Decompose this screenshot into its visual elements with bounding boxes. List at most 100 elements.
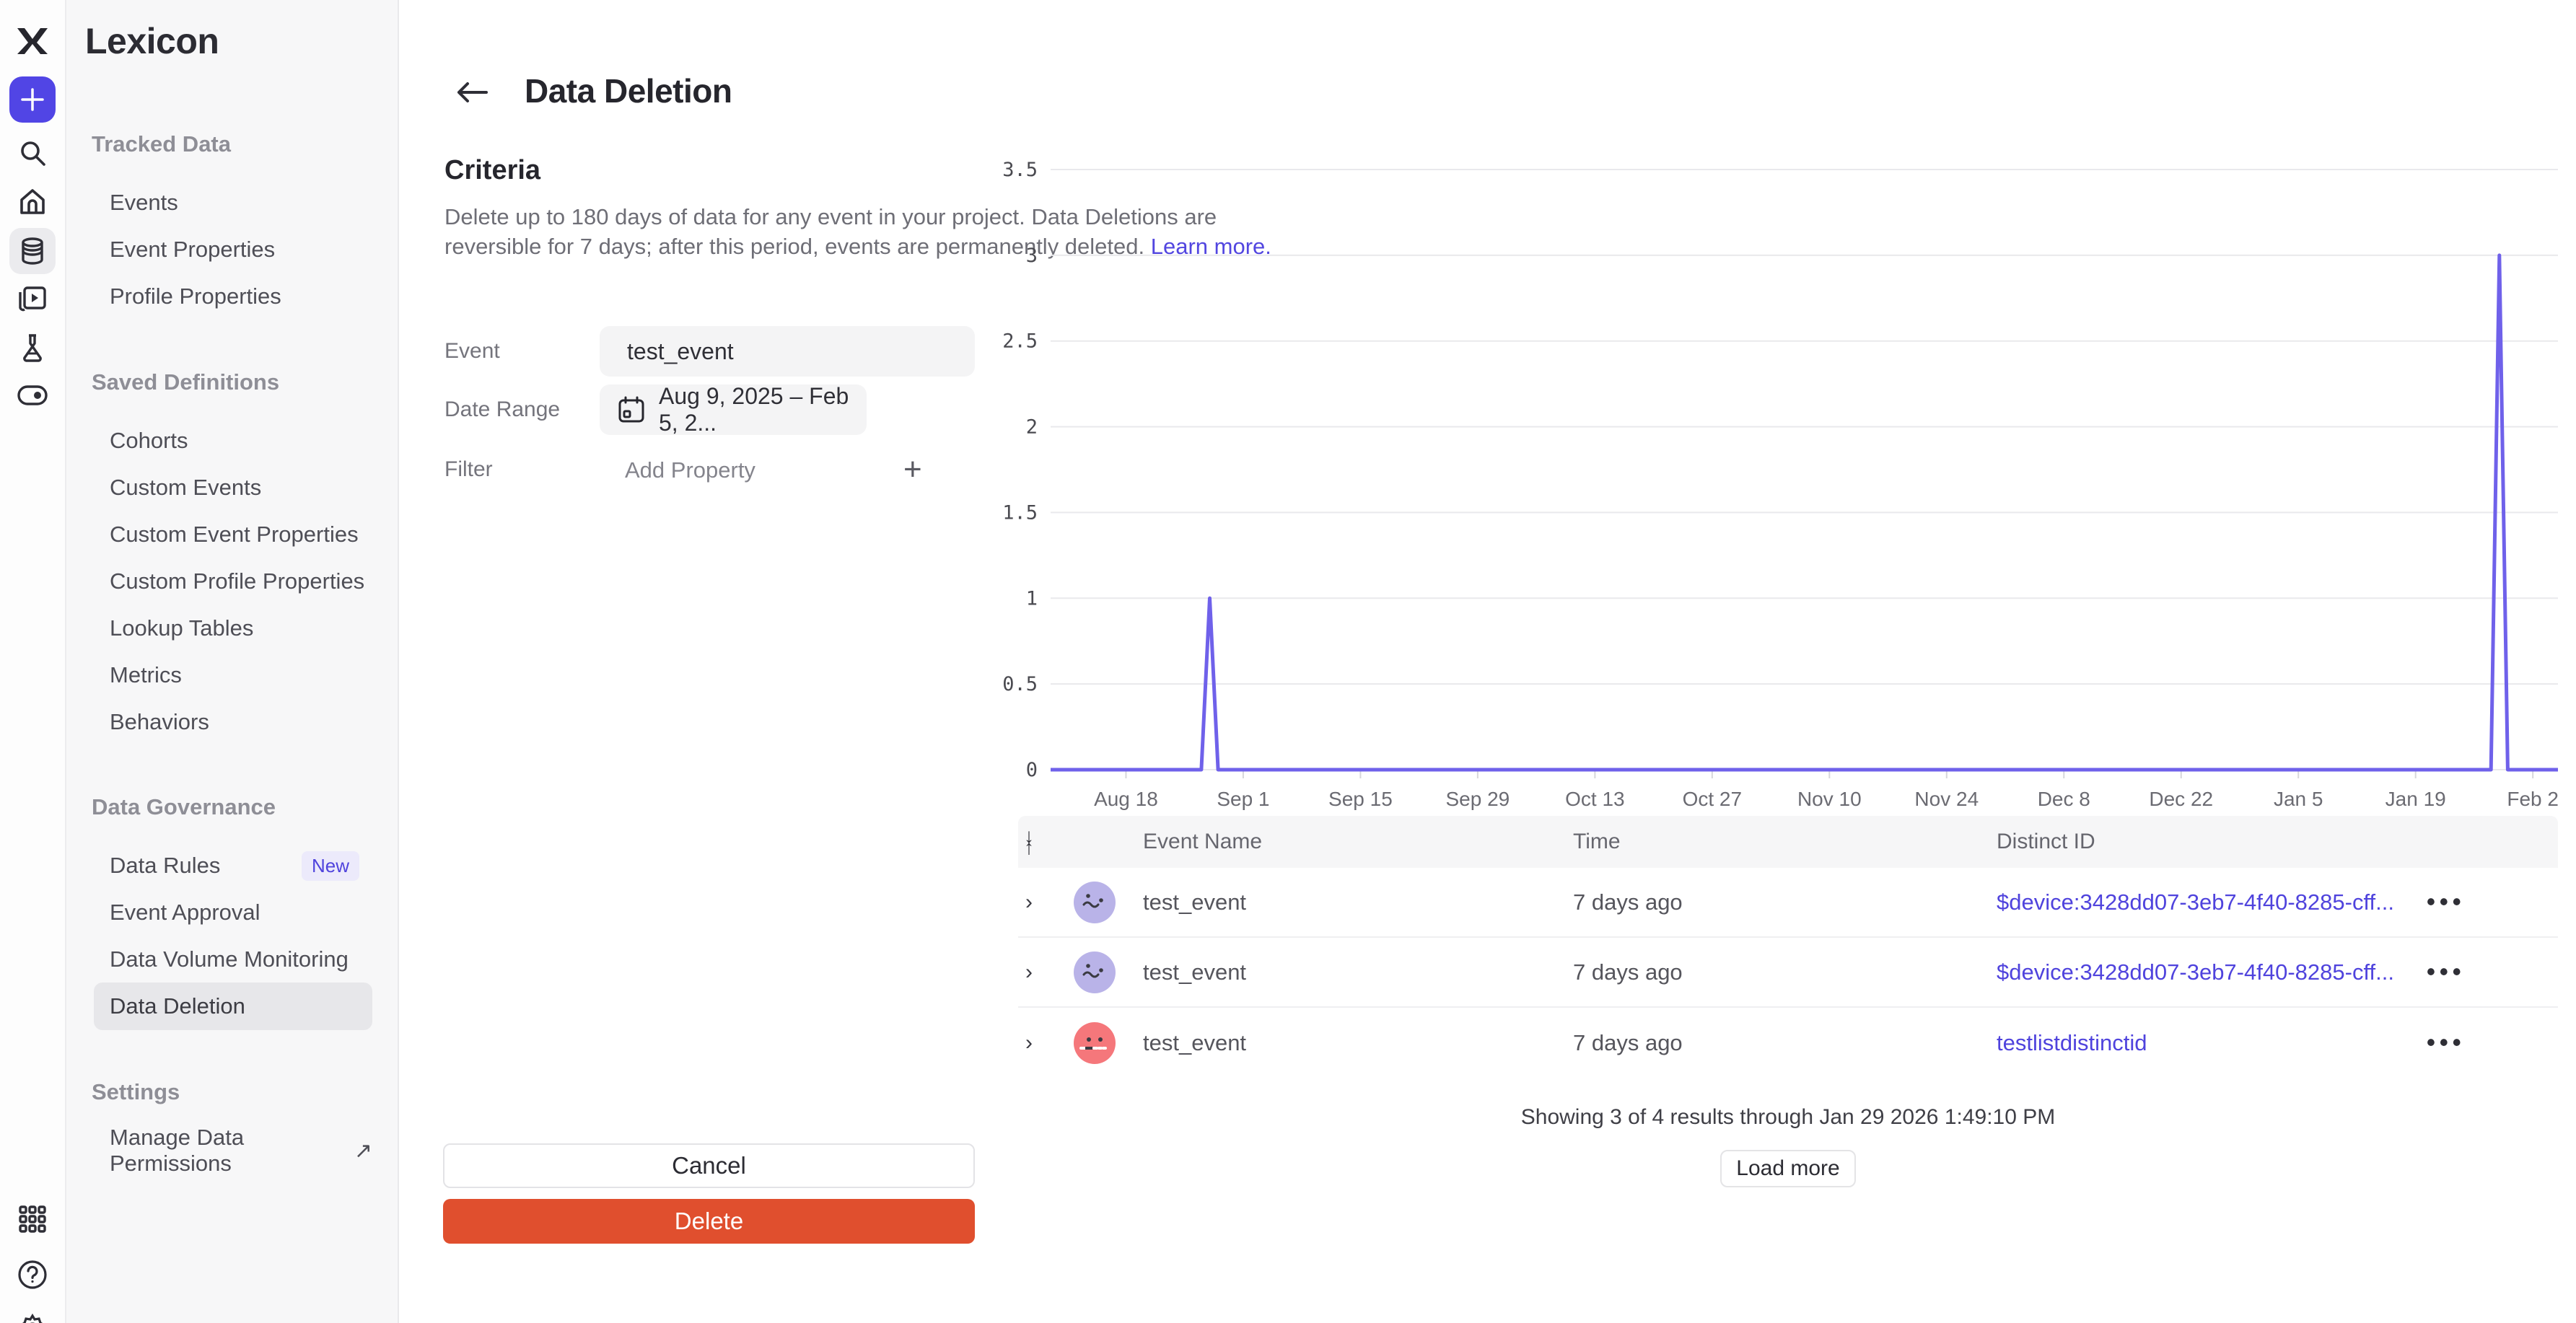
settings-gear-icon[interactable] [9,1306,56,1323]
x-axis-tick-label: Aug 18 [1094,788,1158,810]
y-axis-tick-label: 0 [1026,759,1038,781]
feature-flags-icon[interactable] [9,372,56,418]
app-icon-rail [0,0,66,1323]
boards-icon[interactable] [9,276,56,322]
x-axis-tick-label: Jan 19 [2386,788,2446,810]
criteria-heading: Criteria [444,155,540,186]
x-axis-tick-label: Sep 1 [1217,788,1269,810]
sidebar-item-label: Profile Properties [110,284,281,309]
external-link-icon: ↗ [354,1138,372,1164]
sidebar-section-label: Data Governance [92,794,276,820]
x-axis-tick-label: Dec 22 [2149,788,2213,810]
cell-event-name: test_event [1143,959,1246,985]
mixpanel-logo[interactable] [9,18,56,64]
x-axis-tick-label: Sep 15 [1328,788,1393,810]
new-badge: New [302,851,359,881]
sidebar-item-custom-profile-properties[interactable]: Custom Profile Properties [94,558,372,605]
lexicon-sidebar: Lexicon Tracked Data Events Event Properti… [66,0,399,1323]
event-volume-chart: 00.511.522.533.5Aug 18Sep 1Sep 15Sep 29O… [996,151,2576,819]
data-deletion-page: Lexicon Tracked Data Events Event Properti… [0,0,2576,1323]
sidebar-item-label: Event Properties [110,237,275,263]
sidebar-item-profile-properties[interactable]: Profile Properties [94,273,372,320]
delete-button[interactable]: Delete [443,1199,975,1244]
sidebar-item-label: Events [110,190,178,216]
user-avatar [1074,1022,1116,1064]
experiments-icon[interactable] [9,324,56,370]
cell-event-name: test_event [1143,1030,1246,1056]
apps-grid-icon[interactable] [9,1196,56,1242]
table-row: › test_event 7 days ago $device:3428dd07-3e… [1018,938,2558,1008]
sidebar-item-label: Data Rules [110,853,220,879]
sidebar-item-custom-event-properties[interactable]: Custom Event Properties [94,511,372,558]
sidebar-item-data-deletion[interactable]: Data Deletion [94,983,372,1030]
x-axis-tick-label: Dec 8 [2038,788,2090,810]
sidebar-item-data-volume-monitoring[interactable]: Data Volume Monitoring [94,936,372,983]
date-range-field-label: Date Range [444,397,560,422]
sidebar-section-label: Tracked Data [92,131,231,157]
create-plus-button[interactable] [9,76,56,123]
x-axis-tick-label: Jan 5 [2274,788,2323,810]
sidebar-item-label: Lookup Tables [110,615,253,641]
event-input[interactable]: test_event [600,326,975,377]
search-icon[interactable] [9,130,56,176]
table-row: › test_event 7 days ago $device:3428dd07-3e… [1018,868,2558,938]
sidebar-section-label: Saved Definitions [92,369,279,395]
sidebar-item-behaviors[interactable]: Behaviors [94,698,372,746]
sidebar-item-lookup-tables[interactable]: Lookup Tables [94,605,372,652]
date-range-picker[interactable]: Aug 9, 2025 – Feb 5, 2... [600,384,867,435]
row-menu-ellipsis-icon[interactable]: ••• [2427,1029,2466,1057]
home-icon[interactable] [9,179,56,225]
chevron-right-icon[interactable]: › [1025,960,1033,985]
sidebar-item-event-approval[interactable]: Event Approval [94,889,372,936]
sidebar-item-label: Event Approval [110,900,260,926]
results-summary: Showing 3 of 4 results through Jan 29 20… [1018,1105,2558,1130]
cell-event-name: test_event [1143,889,1246,915]
cell-distinct-id-link[interactable]: testlistdistinctid [1997,1030,2147,1056]
event-field-label: Event [444,339,500,364]
sidebar-item-event-properties[interactable]: Event Properties [94,226,372,273]
cancel-button[interactable]: Cancel [443,1143,975,1188]
x-axis-tick-label: Oct 13 [1565,788,1624,810]
cell-distinct-id-link[interactable]: $device:3428dd07-3eb7-4f40-8285-cff... [1997,889,2394,915]
chevron-right-icon[interactable]: › [1025,1031,1033,1055]
y-axis-tick-label: 3.5 [1002,159,1038,181]
event-input-value: test_event [627,338,734,365]
row-menu-ellipsis-icon[interactable]: ••• [2427,958,2466,986]
back-arrow-button[interactable] [452,72,492,113]
sidebar-item-metrics[interactable]: Metrics [94,651,372,699]
data-management-icon[interactable] [9,228,56,274]
sidebar-item-label: Data Volume Monitoring [110,946,349,972]
chevron-right-icon[interactable]: › [1025,890,1033,915]
row-menu-ellipsis-icon[interactable]: ••• [2427,888,2466,916]
help-icon[interactable] [9,1252,56,1298]
load-more-button[interactable]: Load more [1720,1150,1856,1187]
sidebar-item-label: Data Deletion [110,993,245,1019]
table-rows: › test_event 7 days ago $device:3428dd07-3e… [1018,868,2558,1078]
y-axis-tick-label: 2 [1026,416,1038,439]
sidebar-item-custom-events[interactable]: Custom Events [94,464,372,511]
cell-distinct-id-link[interactable]: $device:3428dd07-3eb7-4f40-8285-cff... [1997,959,2394,985]
x-axis-tick-label: Nov 10 [1797,788,1862,810]
y-axis-tick-label: 0.5 [1002,673,1038,695]
add-property-placeholder[interactable]: Add Property [625,457,755,483]
cell-time: 7 days ago [1573,889,1683,915]
table-header-row: ↓↑ Event Name Time Distinct ID [1018,816,2558,868]
user-avatar [1074,951,1116,993]
sidebar-title: Lexicon [85,20,219,62]
sidebar-item-data-rules[interactable]: Data Rules New [94,842,372,889]
sidebar-item-manage-data-permissions[interactable]: Manage Data Permissions↗ [94,1127,372,1174]
sidebar-item-cohorts[interactable]: Cohorts [94,417,372,465]
sidebar-item-label: Cohorts [110,428,188,454]
sidebar-item-label: Custom Events [110,475,261,501]
add-filter-plus-icon[interactable]: + [903,452,922,488]
user-avatar [1074,882,1116,923]
cell-time: 7 days ago [1573,959,1683,985]
sidebar-item-events[interactable]: Events [94,179,372,227]
chart-svg: 00.511.522.533.5Aug 18Sep 1Sep 15Sep 29O… [996,151,2576,815]
sidebar-item-label: Custom Event Properties [110,522,359,548]
column-header-time: Time [1573,830,1621,854]
sort-arrows-icon[interactable]: ↓↑ [1024,828,1034,856]
events-table: ↓↑ Event Name Time Distinct ID › test_eve… [1018,816,2558,1187]
x-axis-tick-label: Sep 29 [1446,788,1510,810]
column-header-distinct-id: Distinct ID [1997,830,2095,854]
